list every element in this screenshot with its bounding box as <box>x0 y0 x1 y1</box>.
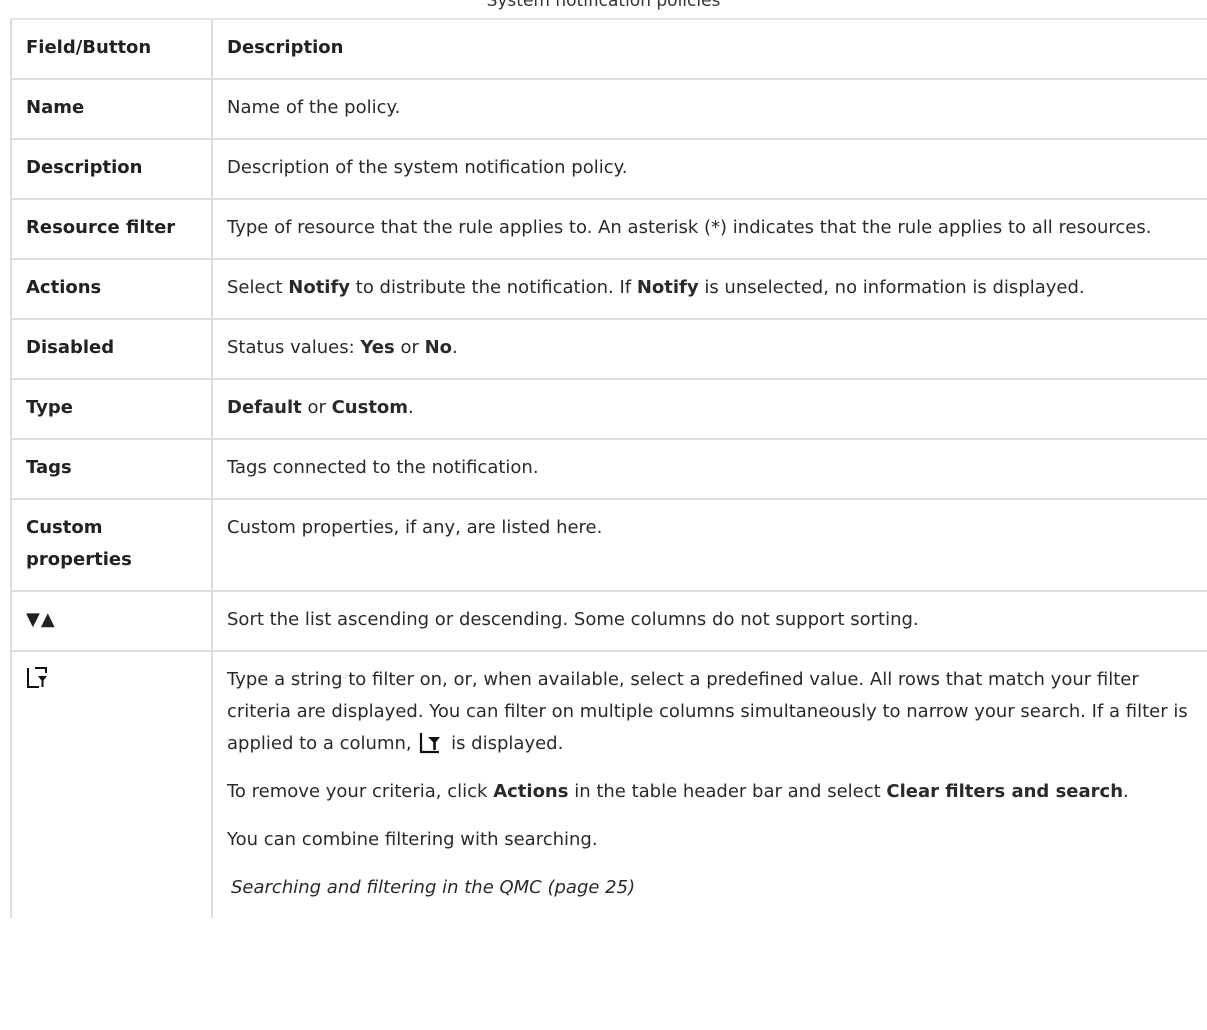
table-row: Type Default or Custom. <box>10 378 1207 439</box>
header-field-button: Field/Button <box>10 18 212 79</box>
filter-applied-icon <box>420 733 441 754</box>
field-tags: Tags <box>10 438 212 499</box>
desc-type: Default or Custom. <box>211 378 1207 439</box>
desc-resource-filter: Type of resource that the rule applies t… <box>211 198 1207 259</box>
notify-term: Notify <box>636 277 699 298</box>
desc-filter: Type a string to filter on, or, when ava… <box>211 650 1207 918</box>
filter-icon <box>27 667 47 688</box>
yes-term: Yes <box>360 337 395 358</box>
no-term: No <box>424 337 453 358</box>
searching-filtering-link[interactable]: Searching and filtering in the QMC (page… <box>227 872 1196 904</box>
header-description: Description <box>211 18 1207 79</box>
table-row: ▼▲ Sort the list ascending or descending… <box>10 590 1207 651</box>
filter-paragraph: To remove your criteria, click Actions i… <box>227 781 1129 802</box>
field-filter <box>10 650 212 918</box>
desc-description: Description of the system notification p… <box>211 138 1207 199</box>
table-row: Type a string to filter on, or, when ava… <box>10 650 1207 918</box>
field-disabled: Disabled <box>10 318 212 379</box>
table-caption: System notification policies <box>486 0 721 11</box>
field-actions: Actions <box>10 258 212 319</box>
sort-arrows-icon: ▼▲ <box>26 609 56 630</box>
notify-term: Notify <box>288 277 351 298</box>
table-header-row: Field/Button Description <box>10 18 1207 79</box>
filter-paragraph: Type a string to filter on, or, when ava… <box>227 669 1188 754</box>
desc-actions: Select Notify to distribute the notifica… <box>211 258 1207 319</box>
policy-fields-table: Field/Button Description Name Name of th… <box>10 18 1207 918</box>
default-term: Default <box>227 397 302 418</box>
table-row: Description Description of the system no… <box>10 138 1207 199</box>
field-type: Type <box>10 378 212 439</box>
desc-name: Name of the policy. <box>211 78 1207 139</box>
table-row: Actions Select Notify to distribute the … <box>10 258 1207 319</box>
field-resource-filter: Resource filter <box>10 198 212 259</box>
actions-term: Actions <box>493 781 569 802</box>
desc-tags: Tags connected to the notification. <box>211 438 1207 499</box>
desc-disabled: Status values: Yes or No. <box>211 318 1207 379</box>
clear-filters-term: Clear filters and search <box>886 781 1124 802</box>
field-name: Name <box>10 78 212 139</box>
desc-custom-properties: Custom properties, if any, are listed he… <box>211 498 1207 591</box>
filter-paragraph: You can combine filtering with searching… <box>227 829 598 850</box>
field-description: Description <box>10 138 212 199</box>
field-sort: ▼▲ <box>10 590 212 651</box>
desc-sort: Sort the list ascending or descending. S… <box>211 590 1207 651</box>
table-row: Name Name of the policy. <box>10 78 1207 139</box>
field-custom-properties: Custom properties <box>10 498 212 591</box>
table-row: Custom properties Custom properties, if … <box>10 498 1207 591</box>
table-row: Disabled Status values: Yes or No. <box>10 318 1207 379</box>
custom-term: Custom <box>331 397 409 418</box>
table-row: Tags Tags connected to the notification. <box>10 438 1207 499</box>
table-row: Resource filter Type of resource that th… <box>10 198 1207 259</box>
